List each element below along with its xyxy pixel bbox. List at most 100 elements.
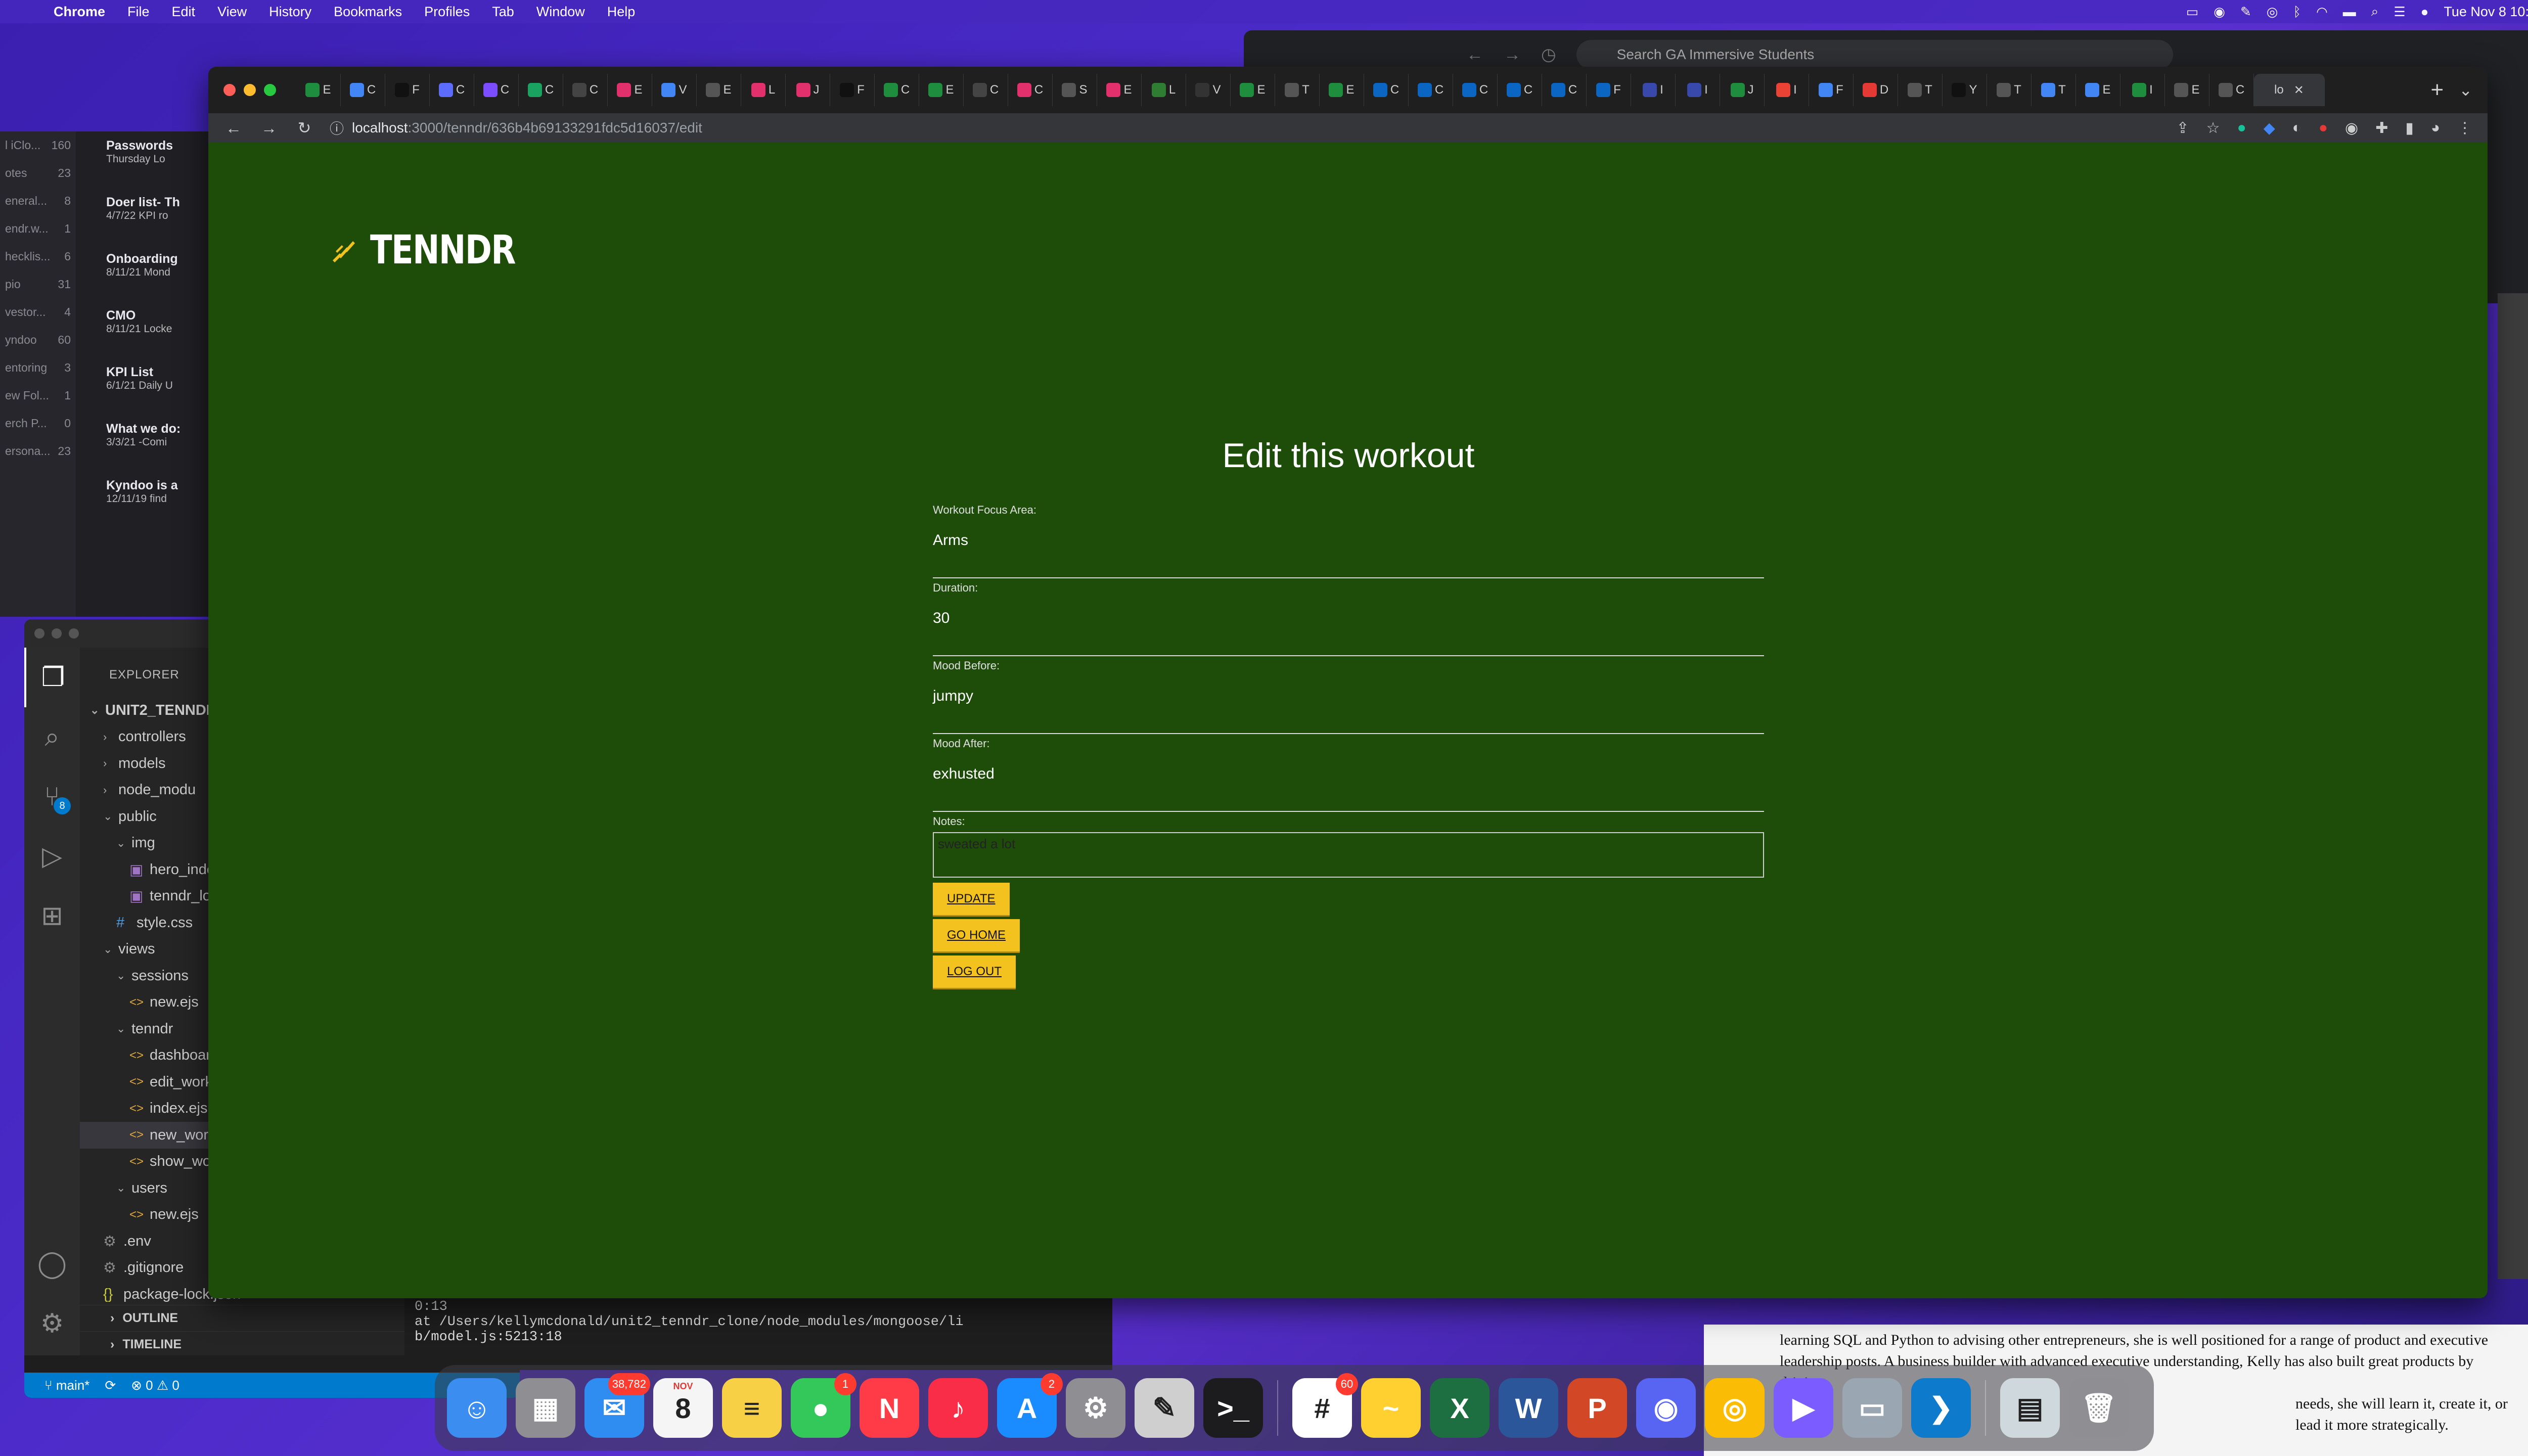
note-item[interactable]: CMO 8/11/21 Locke — [101, 301, 212, 358]
menu-bookmarks[interactable]: Bookmarks — [323, 4, 413, 20]
pen-icon[interactable]: ✎ — [2240, 4, 2251, 20]
dock-preview-icon[interactable]: ✎ — [1135, 1378, 1194, 1438]
reload-button[interactable]: ↻ — [294, 118, 314, 138]
camera-icon[interactable]: ▭ — [2186, 4, 2199, 20]
menu-edit[interactable]: Edit — [161, 4, 207, 20]
browser-tab[interactable]: C — [474, 74, 519, 106]
browser-tab[interactable]: C — [2209, 74, 2254, 106]
dock-app-store-icon[interactable]: A2 — [997, 1373, 1063, 1438]
extensions-icon[interactable]: ⊞ — [24, 886, 80, 946]
note-item[interactable]: Onboarding 8/11/21 Mond — [101, 245, 212, 301]
notes-folder[interactable]: entoring 3 — [0, 354, 76, 382]
mood-before-input[interactable]: jumpy — [933, 676, 1764, 734]
bookmark-star-icon[interactable]: ☆ — [2206, 119, 2220, 137]
browser-tab[interactable]: C — [1008, 74, 1053, 106]
browser-tab[interactable]: E — [1097, 74, 1142, 106]
browser-tab[interactable]: E — [919, 74, 964, 106]
source-control-icon[interactable]: ⑂ 8 — [24, 767, 80, 827]
notes-folder[interactable]: vestor... 4 — [0, 298, 76, 326]
bg-search-input[interactable]: Search GA Immersive Students — [1576, 40, 2173, 69]
menu-profiles[interactable]: Profiles — [413, 4, 481, 20]
share-icon[interactable]: ⇪ — [2177, 119, 2189, 137]
dock-powerpoint-icon[interactable]: P — [1567, 1378, 1627, 1438]
note-item[interactable]: Doer list- Th 4/7/22 KPI ro — [101, 188, 212, 245]
dock-screen-recorder-icon[interactable]: ▶ — [1774, 1378, 1833, 1438]
close-window-button[interactable] — [223, 84, 236, 96]
dock-system-settings-icon[interactable]: ⚙ — [1066, 1378, 1125, 1438]
mood-after-input[interactable]: exhusted — [933, 754, 1764, 812]
dock-trash-icon[interactable]: 🗑 — [2069, 1378, 2129, 1438]
menu-kebab-icon[interactable]: ⋮ — [2457, 119, 2472, 137]
dock-messages-icon[interactable]: ● 1 — [791, 1373, 856, 1438]
browser-tab[interactable]: F — [1809, 74, 1854, 106]
address-bar[interactable]: ⓘ localhost:3000/tenndr/636b4b69133291fd… — [330, 118, 2161, 138]
dock-news-icon[interactable]: N — [860, 1378, 919, 1438]
note-item[interactable]: Passwords Thursday Lo — [101, 131, 212, 188]
bluetooth-icon[interactable]: ᛒ — [2293, 4, 2301, 20]
browser-tab[interactable]: C — [1542, 74, 1587, 106]
note-item[interactable]: KPI List 6/1/21 Daily U — [101, 358, 212, 415]
zoom-window-button[interactable] — [264, 84, 276, 96]
menu-window[interactable]: Window — [525, 4, 596, 20]
siri-icon[interactable]: ● — [2421, 4, 2429, 20]
browser-tab[interactable]: T — [1987, 74, 2032, 106]
browser-tab[interactable]: F — [830, 74, 875, 106]
notes-folder[interactable]: erch P... 0 — [0, 410, 76, 437]
browser-tab[interactable]: C — [1498, 74, 1542, 106]
browser-tab[interactable]: E — [296, 74, 341, 106]
browser-tab[interactable]: I — [2120, 74, 2165, 106]
search-icon[interactable]: ⌕ — [2371, 4, 2379, 20]
explorer-icon[interactable]: ❐ — [24, 648, 80, 707]
browser-tab[interactable]: I — [1631, 74, 1676, 106]
dock-notes-icon[interactable]: ≡ — [722, 1378, 782, 1438]
app-menu[interactable]: Chrome — [42, 4, 116, 20]
notes-textarea[interactable]: sweated a lot — [933, 832, 1764, 878]
vscode-minimize-button[interactable] — [52, 628, 62, 639]
extension-icon[interactable]: ◆ — [2264, 119, 2275, 137]
vscode-zoom-button[interactable] — [69, 628, 79, 639]
dock-terminal-icon[interactable]: >_ — [1203, 1378, 1263, 1438]
browser-tab[interactable]: J — [1720, 74, 1765, 106]
dock-vscode-icon[interactable]: ❯ — [1911, 1378, 1971, 1438]
browser-tab[interactable]: C — [1453, 74, 1498, 106]
extensions-puzzle-icon[interactable]: ✚ — [2375, 119, 2388, 137]
go-home-button[interactable]: GO HOME — [933, 919, 1020, 951]
focus-input[interactable]: Arms — [933, 521, 1764, 578]
menu-help[interactable]: Help — [596, 4, 647, 20]
dock-launchpad-icon[interactable]: ▦ — [516, 1378, 575, 1438]
notes-folder[interactable]: endr.w... 1 — [0, 215, 76, 243]
browser-tab[interactable]: T — [1275, 74, 1320, 106]
control-center-icon[interactable]: ☰ — [2394, 4, 2405, 20]
note-item[interactable]: Kyndoo is a 12/11/19 find — [101, 471, 212, 528]
browser-tab[interactable]: D — [1854, 74, 1898, 106]
search-icon[interactable]: ⌕ — [24, 707, 80, 767]
menu-view[interactable]: View — [206, 4, 258, 20]
browser-tab[interactable]: V — [652, 74, 697, 106]
dock-disk-utility-icon[interactable]: ▭ — [1842, 1378, 1902, 1438]
browser-tab[interactable]: C — [519, 74, 563, 106]
browser-tab[interactable]: E — [608, 74, 652, 106]
browser-tab[interactable]: J — [786, 74, 830, 106]
dock-word-icon[interactable]: W — [1499, 1378, 1558, 1438]
dock-downloads-icon[interactable]: ▤ — [2000, 1378, 2060, 1438]
dock-music-icon[interactable]: ♪ — [928, 1378, 988, 1438]
tab-close-icon[interactable]: ✕ — [2294, 83, 2304, 98]
dock-chrome-icon[interactable]: ◎ — [1705, 1378, 1765, 1438]
menu-history[interactable]: History — [258, 4, 323, 20]
account-icon[interactable]: ◯ — [24, 1234, 80, 1294]
browser-tab[interactable]: I — [1765, 74, 1809, 106]
notes-folder[interactable]: yndoo 60 — [0, 326, 76, 354]
duration-input[interactable]: 30 — [933, 599, 1764, 656]
extension-icon[interactable]: ● — [2319, 119, 2328, 137]
settings-gear-icon[interactable]: ⚙ — [24, 1294, 80, 1353]
browser-tab[interactable]: T — [2032, 74, 2076, 106]
log-out-button[interactable]: LOG OUT — [933, 956, 1016, 988]
browser-tab[interactable]: E — [697, 74, 741, 106]
update-button[interactable]: UPDATE — [933, 883, 1010, 915]
dock-miro-icon[interactable]: ~ — [1361, 1378, 1421, 1438]
notes-folder[interactable]: otes 23 — [0, 159, 76, 187]
battery-icon[interactable]: ▬ — [2343, 4, 2356, 20]
browser-tab[interactable]: C — [341, 74, 385, 106]
run-debug-icon[interactable]: ▷ — [24, 827, 80, 886]
menu-tab[interactable]: Tab — [481, 4, 525, 20]
